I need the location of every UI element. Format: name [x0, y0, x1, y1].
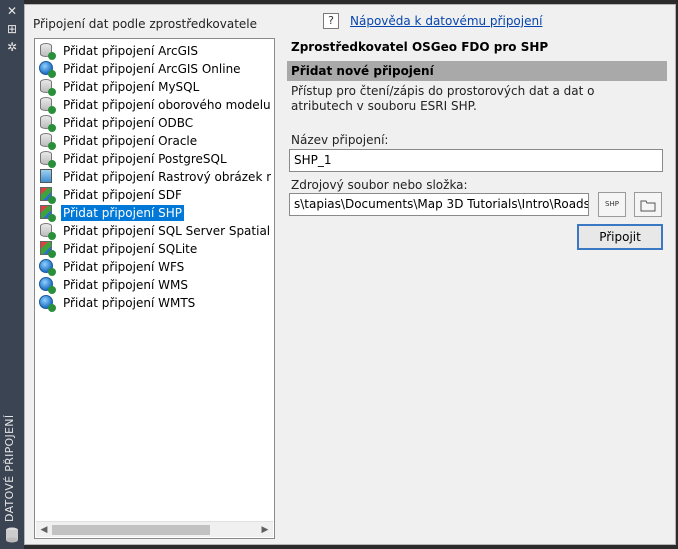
provider-item-label: Přidat připojení Rastrový obrázek nebo p: [63, 170, 271, 184]
provider-item[interactable]: Přidat připojení WMS: [39, 276, 271, 294]
provider-item-label: Přidat připojení WMTS: [63, 296, 196, 310]
connection-name-label: Název připojení:: [291, 133, 389, 147]
provider-item[interactable]: Přidat připojení ArcGIS: [39, 42, 271, 60]
provider-item[interactable]: Přidat připojení WMTS: [39, 294, 271, 312]
provider-item-label: Přidat připojení ODBC: [63, 116, 194, 130]
settings-icon[interactable]: ✲: [5, 40, 19, 54]
provider-item-label: Přidat připojení oborového modelu: [63, 98, 271, 112]
provider-item-label: Přidat připojení PostgreSQL: [63, 152, 227, 166]
provider-item[interactable]: Přidat připojení WFS: [39, 258, 271, 276]
provider-item-label: Přidat připojení ArcGIS: [63, 44, 199, 58]
file-icon: [39, 205, 56, 222]
shp-file-icon: SHP: [605, 200, 619, 208]
provider-item-label: Přidat připojení WMS: [63, 278, 188, 292]
globe-icon: [39, 295, 56, 312]
provider-item[interactable]: Přidat připojení Rastrový obrázek nebo p: [39, 168, 271, 186]
close-icon[interactable]: ✕: [5, 4, 19, 18]
globe-icon: [39, 259, 56, 276]
provider-list-heading: Připojení dat podle zprostředkovatele: [33, 17, 257, 31]
provider-item[interactable]: Přidat připojení SQL Server Spatial: [39, 222, 271, 240]
data-connect-panel: Připojení dat podle zprostředkovatele Př…: [24, 4, 676, 545]
provider-item[interactable]: Přidat připojení ArcGIS Online: [39, 60, 271, 78]
file-icon: [39, 241, 56, 258]
provider-item-label: Přidat připojení MySQL: [63, 80, 200, 94]
database-icon: [39, 79, 56, 96]
database-icon: [39, 151, 56, 168]
file-icon: [39, 187, 56, 204]
horizontal-scrollbar[interactable]: ◀ ▶: [36, 521, 273, 537]
source-file-label: Zdrojový soubor nebo složka:: [291, 178, 468, 192]
globe-icon: [39, 277, 56, 294]
scroll-left-icon[interactable]: ◀: [37, 523, 51, 537]
provider-item-label: Přidat připojení SQLite: [63, 242, 198, 256]
side-strip: ✕ ⊞ ✲ DATOVÉ PŘIPOJENÍ: [0, 0, 24, 549]
help-icon[interactable]: ?: [323, 13, 339, 29]
database-icon: [39, 133, 56, 150]
connect-button[interactable]: Připojit: [577, 224, 663, 250]
provider-item[interactable]: Přidat připojení SQLite: [39, 240, 271, 258]
database-icon: [39, 43, 56, 60]
provider-item-label: Přidat připojení WFS: [63, 260, 185, 274]
database-icon: [39, 115, 56, 132]
provider-item[interactable]: Přidat připojení ODBC: [39, 114, 271, 132]
section-header: Přidat nové připojení: [287, 61, 667, 81]
scroll-right-icon[interactable]: ▶: [258, 523, 272, 537]
provider-item-label: Přidat připojení ArcGIS Online: [63, 62, 241, 76]
help-link[interactable]: Nápověda k datovému připojení: [350, 14, 542, 28]
provider-list[interactable]: Přidat připojení ArcGIS Přidat připojení …: [34, 38, 275, 539]
folder-icon: [640, 200, 656, 212]
database-icon: [6, 527, 18, 543]
provider-item[interactable]: Přidat připojení SHP: [39, 204, 271, 222]
browse-shp-button[interactable]: SHP: [598, 192, 626, 217]
pin-icon[interactable]: ⊞: [5, 22, 19, 36]
raster-icon: [39, 169, 55, 185]
provider-item[interactable]: Přidat připojení Oracle: [39, 132, 271, 150]
browse-folder-button[interactable]: [634, 192, 662, 217]
provider-item-label: Přidat připojení Oracle: [63, 134, 198, 148]
database-icon: [39, 97, 56, 114]
provider-item[interactable]: Přidat připojení PostgreSQL: [39, 150, 271, 168]
provider-item[interactable]: Přidat připojení MySQL: [39, 78, 271, 96]
palette-title: DATOVÉ PŘIPOJENÍ: [3, 414, 16, 522]
provider-item-label: Přidat připojení SHP: [61, 205, 184, 221]
source-file-input[interactable]: s\tapias\Documents\Map 3D Tutorials\Intr…: [289, 193, 589, 216]
provider-item[interactable]: Přidat připojení oborového modelu: [39, 96, 271, 114]
provider-item-label: Přidat připojení SQL Server Spatial: [63, 224, 271, 238]
provider-item[interactable]: Přidat připojení SDF: [39, 186, 271, 204]
scrollbar-thumb[interactable]: [52, 525, 210, 535]
provider-description: Přístup pro čtení/zápis do prostorových …: [291, 84, 595, 113]
provider-title: Zprostředkovatel OSGeo FDO pro SHP: [291, 40, 549, 54]
connection-name-input[interactable]: SHP_1: [289, 149, 663, 172]
globe-icon: [39, 61, 56, 78]
database-icon: [39, 223, 56, 240]
provider-item-label: Přidat připojení SDF: [63, 188, 182, 202]
